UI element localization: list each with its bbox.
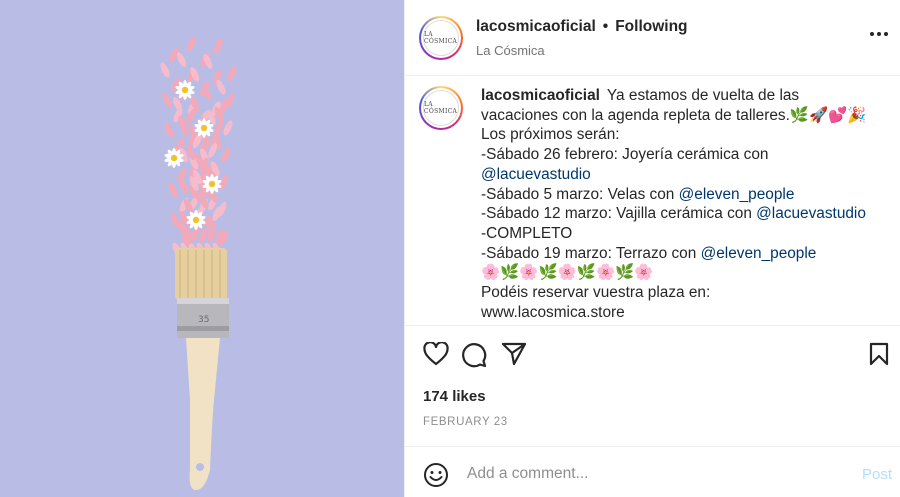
- caption-line: -Sábado 12 marzo: Vajilla cerámica con: [481, 205, 757, 223]
- following-button[interactable]: Following: [615, 18, 687, 36]
- caption-line: Los próximos serán:: [481, 126, 620, 144]
- post-header: LA CÓSMICA lacosmicaoficial • Following …: [405, 0, 900, 76]
- mention-link[interactable]: @eleven_people: [701, 245, 817, 262]
- brand-logo: LA CÓSMICA: [423, 90, 459, 126]
- mention-link[interactable]: @lacuevastudio: [481, 166, 591, 183]
- caption-text: lacosmicaoficial Ya estamos de vuelta de…: [481, 86, 867, 325]
- more-options-icon[interactable]: [870, 32, 888, 36]
- post-details-panel: LA CÓSMICA lacosmicaoficial • Following …: [404, 0, 900, 497]
- brand-logo: LA CÓSMICA: [423, 19, 459, 56]
- bookmark-icon[interactable]: [868, 342, 890, 371]
- avatar[interactable]: LA CÓSMICA: [419, 15, 463, 60]
- likes-count[interactable]: 174 likes: [423, 388, 486, 405]
- caption-line: vacaciones con la agenda repleta de tall…: [481, 106, 867, 124]
- caption-line: Podéis reservar vuestra plaza en:: [481, 284, 711, 302]
- caption-line: -Sábado 19 marzo: Terrazo con: [481, 244, 701, 262]
- share-icon[interactable]: [501, 342, 527, 371]
- mention-link[interactable]: @eleven_people: [679, 186, 795, 203]
- caption-line: -Sábado 5 marzo: Velas con: [481, 185, 679, 203]
- caption-avatar[interactable]: LA CÓSMICA: [419, 86, 463, 130]
- caption-line: www.lacosmica.store: [481, 303, 625, 321]
- location-link[interactable]: La Cósmica: [476, 43, 688, 58]
- caption-line: 🌸🌿🌸🌿🌸🌿🌸🌿🌸: [481, 264, 654, 282]
- caption-section: LA CÓSMICA lacosmicaoficial Ya estamos d…: [405, 76, 900, 326]
- svg-text:35: 35: [198, 315, 209, 325]
- post-image[interactable]: 35: [0, 0, 404, 497]
- heart-icon[interactable]: [423, 341, 449, 371]
- caption-line: -COMPLETO: [481, 224, 573, 242]
- comment-icon[interactable]: [461, 342, 487, 373]
- username-link[interactable]: lacosmicaoficial: [476, 18, 596, 36]
- caption-line: -Sábado 26 febrero: Joyería cerámica con: [481, 146, 769, 164]
- caption-username-link[interactable]: lacosmicaoficial: [481, 87, 600, 104]
- comment-input[interactable]: [467, 463, 847, 485]
- emoji-icon[interactable]: [423, 462, 449, 493]
- caption-line: Ya estamos de vuelta de las: [606, 87, 800, 104]
- mention-link[interactable]: @lacuevastudio: [756, 205, 866, 222]
- instagram-post: 35 LA CÓSMICA lacosmicaoficial • Followi…: [0, 0, 900, 497]
- action-bar: [405, 340, 900, 374]
- post-date: FEBRUARY 23: [423, 416, 508, 428]
- comment-bar: Post: [405, 446, 900, 497]
- post-button[interactable]: Post: [862, 466, 892, 483]
- paintbrush-flowers-illustration: 35: [0, 0, 404, 497]
- separator-dot: •: [602, 17, 609, 35]
